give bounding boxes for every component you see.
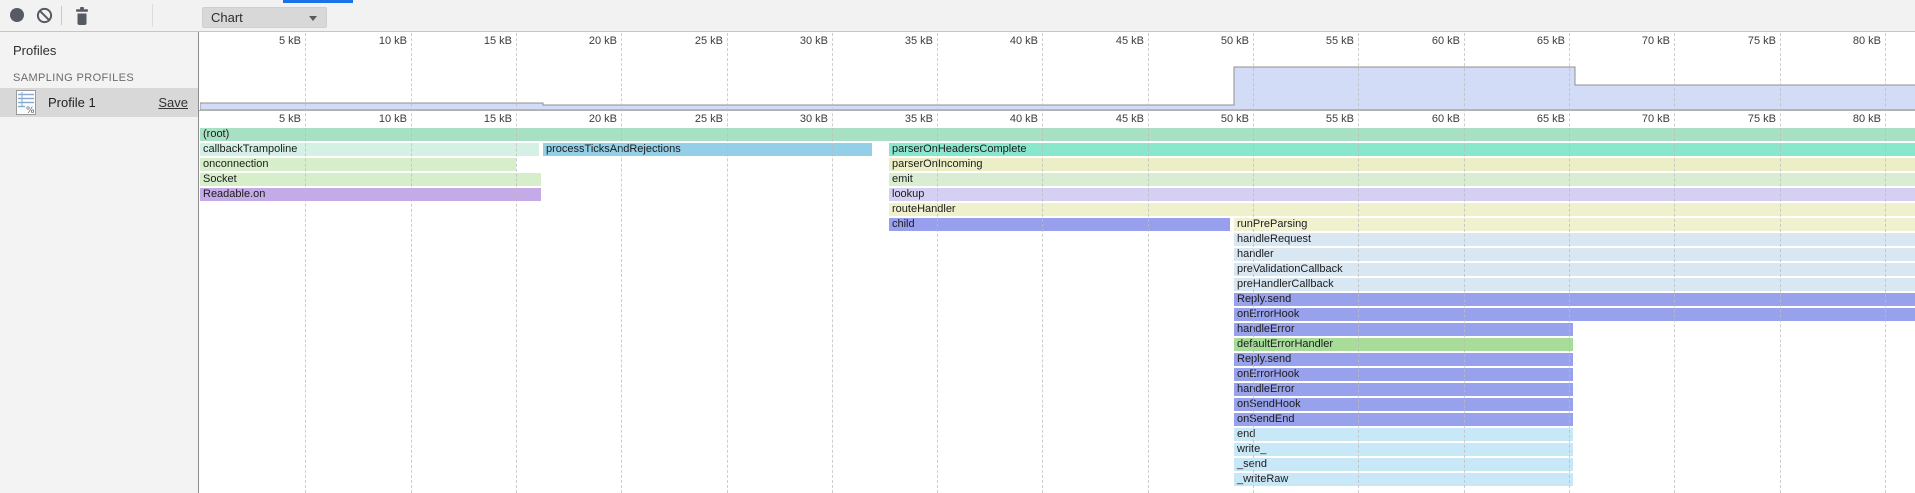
clear-icon[interactable]	[36, 7, 53, 24]
frame-Reply.send[interactable]: Reply.send	[1234, 353, 1573, 366]
record-icon[interactable]	[10, 8, 24, 22]
frame-handler[interactable]: handler	[1234, 248, 1915, 261]
view-mode-value: Chart	[211, 10, 243, 25]
frame-onErrorHook[interactable]: onErrorHook	[1234, 308, 1915, 321]
sidebar-section-label: SAMPLING PROFILES	[13, 72, 134, 84]
frame-_send[interactable]: _send	[1234, 458, 1573, 471]
frame-onErrorHook[interactable]: onErrorHook	[1234, 368, 1573, 381]
frame-Socket[interactable]: Socket	[200, 173, 541, 186]
frame-callbackTrampoline[interactable]: callbackTrampoline	[200, 143, 539, 156]
frame-routeHandler[interactable]: routeHandler	[889, 203, 1915, 216]
sidebar-title: Profiles	[13, 43, 56, 58]
ruler-tick-label: 55 kB	[1298, 113, 1354, 125]
memory-overview-graph[interactable]	[200, 32, 1915, 111]
ruler-tick-label: 60 kB	[1404, 113, 1460, 125]
ruler-tick-label: 10 kB	[351, 113, 407, 125]
toolbar-separator	[61, 6, 62, 25]
flame-chart-pane[interactable]: 5 kB 10 kB 15 kB 20 kB 25 kB 30 kB 35 kB 40 kB 4…	[199, 32, 1915, 493]
ruler-tick-label: 15 kB	[456, 113, 512, 125]
frame-parserOnHeadersComplete[interactable]: parserOnHeadersComplete	[889, 143, 1915, 156]
frame-preHandlerCallback[interactable]: preHandlerCallback	[1234, 278, 1915, 291]
ruler-tick-label: 70 kB	[1614, 113, 1670, 125]
frame-onSendHook[interactable]: onSendHook	[1234, 398, 1573, 411]
sidebar-item-profile-1[interactable]: % Profile 1 Save	[0, 88, 198, 117]
frame-handleRequest[interactable]: handleRequest	[1234, 233, 1915, 246]
frame-onSendEnd[interactable]: onSendEnd	[1234, 413, 1573, 426]
profiler-toolbar: Chart	[0, 0, 1915, 32]
ruler-tick-label: 45 kB	[1088, 113, 1144, 125]
ruler-tick-label: 25 kB	[667, 113, 723, 125]
view-mode-select[interactable]: Chart	[202, 7, 327, 28]
svg-text:%: %	[26, 106, 35, 115]
frame-handleError[interactable]: handleError	[1234, 323, 1573, 336]
ruler-tick-label: 80 kB	[1825, 113, 1881, 125]
frame-_writeRaw[interactable]: _writeRaw	[1234, 473, 1573, 486]
frame-emit[interactable]: emit	[889, 173, 1915, 186]
trash-icon[interactable]	[74, 6, 90, 26]
active-tab-underline	[283, 0, 353, 3]
frame-runPreParsing[interactable]: runPreParsing	[1234, 218, 1915, 231]
heap-profiler-panel: Chart Profiles SAMPLING PROFILES % Profi…	[0, 0, 1915, 493]
frame-onconnection[interactable]: onconnection	[200, 158, 516, 171]
ruler-tick-label: 30 kB	[772, 113, 828, 125]
chevron-down-icon	[309, 16, 317, 21]
frame-preValidationCallback[interactable]: preValidationCallback	[1234, 263, 1915, 276]
frame-handleError[interactable]: handleError	[1234, 383, 1573, 396]
ruler-tick-label: 65 kB	[1509, 113, 1565, 125]
frame-Reply.send[interactable]: Reply.send	[1234, 293, 1915, 306]
profiles-sidebar: Profiles SAMPLING PROFILES % Profile 1 S…	[0, 32, 199, 493]
frame-parserOnIncoming[interactable]: parserOnIncoming	[889, 158, 1915, 171]
ruler-tick-label: 50 kB	[1193, 113, 1249, 125]
frame-Readable.on[interactable]: Readable.on	[200, 188, 541, 201]
ruler-tick-label: 20 kB	[561, 113, 617, 125]
overview-divider	[199, 110, 1915, 111]
frame-processTicksAndRejections[interactable]: processTicksAndRejections	[543, 143, 872, 156]
frame-end[interactable]: end	[1234, 428, 1573, 441]
ruler-tick-label: 75 kB	[1720, 113, 1776, 125]
profile-name: Profile 1	[48, 95, 96, 110]
toolbar-separator	[152, 4, 153, 27]
ruler-tick-label: 35 kB	[877, 113, 933, 125]
frame-write_[interactable]: write_	[1234, 443, 1573, 456]
frame-defaultErrorHandler[interactable]: defaultErrorHandler	[1234, 338, 1573, 351]
frame-root[interactable]: (root)	[200, 128, 1915, 141]
ruler-tick-label: 40 kB	[982, 113, 1038, 125]
frame-lookup[interactable]: lookup	[889, 188, 1915, 201]
save-link[interactable]: Save	[158, 95, 188, 110]
ruler-tick-label: 5 kB	[245, 113, 301, 125]
frame-child[interactable]: child	[889, 218, 1230, 231]
profile-document-icon: %	[16, 90, 36, 115]
